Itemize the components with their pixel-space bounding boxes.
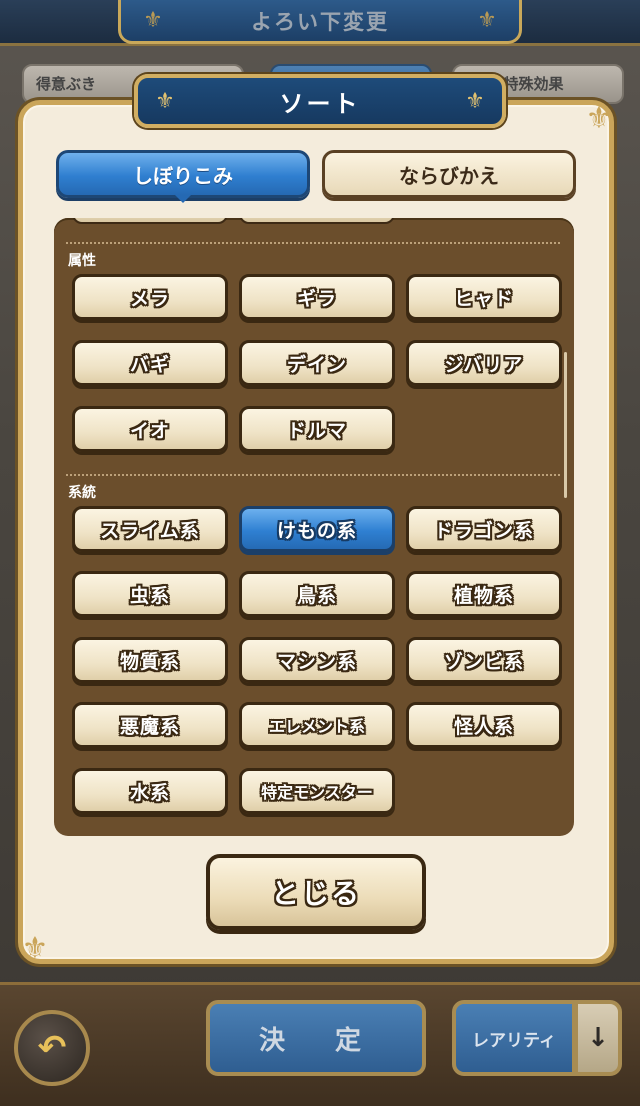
section-divider — [66, 474, 560, 476]
chip-water[interactable]: 水系 — [72, 768, 228, 814]
section-label-attribute: 属性 — [68, 253, 96, 269]
fleur-ornament-icon: ⚜ — [155, 89, 175, 114]
filter-list-panel[interactable]: 属性 メラ ギラ ヒャド バギ デイン ジバリア イオ ドルマ 系統 スライム系… — [54, 218, 574, 836]
chip-io[interactable]: イオ — [72, 406, 228, 452]
bg-page-title: よろい下変更 — [118, 0, 522, 44]
sort-direction-button[interactable]: ↓ — [574, 1000, 622, 1076]
rarity-sort-button[interactable]: レアリティ — [452, 1000, 576, 1076]
chip-element[interactable]: エレメント系 — [239, 702, 395, 748]
scrolled-chip[interactable] — [72, 218, 228, 224]
chip-material[interactable]: 物質系 — [72, 637, 228, 683]
section-divider — [66, 242, 560, 244]
fleur-ornament-icon: ⚜ — [477, 8, 497, 33]
section-label-family: 系統 — [68, 485, 96, 501]
chip-plant[interactable]: 植物系 — [406, 571, 562, 617]
chip-dein[interactable]: デイン — [239, 340, 395, 386]
chip-jibaria[interactable]: ジバリア — [406, 340, 562, 386]
tab-sort[interactable]: ならびかえ — [322, 150, 576, 198]
active-tab-pointer-icon — [175, 195, 191, 203]
chip-beast[interactable]: けもの系 — [239, 506, 395, 552]
chip-dragon[interactable]: ドラゴン系 — [406, 506, 562, 552]
back-button[interactable]: ↶ — [14, 1010, 90, 1086]
arrow-down-icon: ↓ — [587, 1023, 609, 1053]
fleur-ornament-icon: ⚜ — [143, 8, 163, 33]
chip-bird[interactable]: 鳥系 — [239, 571, 395, 617]
modal-title: ソート — [134, 74, 506, 128]
chip-specific-monster[interactable]: 特定モンスター — [239, 768, 395, 814]
fleur-ornament-icon: ⚜ — [465, 89, 485, 114]
chip-bagi[interactable]: バギ — [72, 340, 228, 386]
chip-hyado[interactable]: ヒャド — [406, 274, 562, 320]
chip-mera[interactable]: メラ — [72, 274, 228, 320]
bg-tab-label: 得意ぶき — [36, 75, 97, 93]
decide-button[interactable]: 決 定 — [206, 1000, 426, 1076]
chip-zombie[interactable]: ゾンビ系 — [406, 637, 562, 683]
corner-ornament-icon: ⚜ — [21, 931, 49, 966]
modal-title-text: ソート — [279, 89, 361, 118]
tab-filter[interactable]: しぼりこみ — [56, 150, 310, 198]
chip-demon[interactable]: 悪魔系 — [72, 702, 228, 748]
chip-gira[interactable]: ギラ — [239, 274, 395, 320]
chip-insect[interactable]: 虫系 — [72, 571, 228, 617]
chip-machine[interactable]: マシン系 — [239, 637, 395, 683]
close-button[interactable]: とじる — [206, 854, 426, 930]
corner-ornament-icon: ⚜ — [585, 101, 613, 136]
chip-kaijin[interactable]: 怪人系 — [406, 702, 562, 748]
chip-doruma[interactable]: ドルマ — [239, 406, 395, 452]
undo-arrow-icon: ↶ — [37, 1028, 67, 1068]
scrollbar[interactable] — [564, 352, 567, 498]
scrolled-chip[interactable] — [239, 218, 395, 224]
chip-slime[interactable]: スライム系 — [72, 506, 228, 552]
corner-ornament-icon — [15, 97, 55, 137]
